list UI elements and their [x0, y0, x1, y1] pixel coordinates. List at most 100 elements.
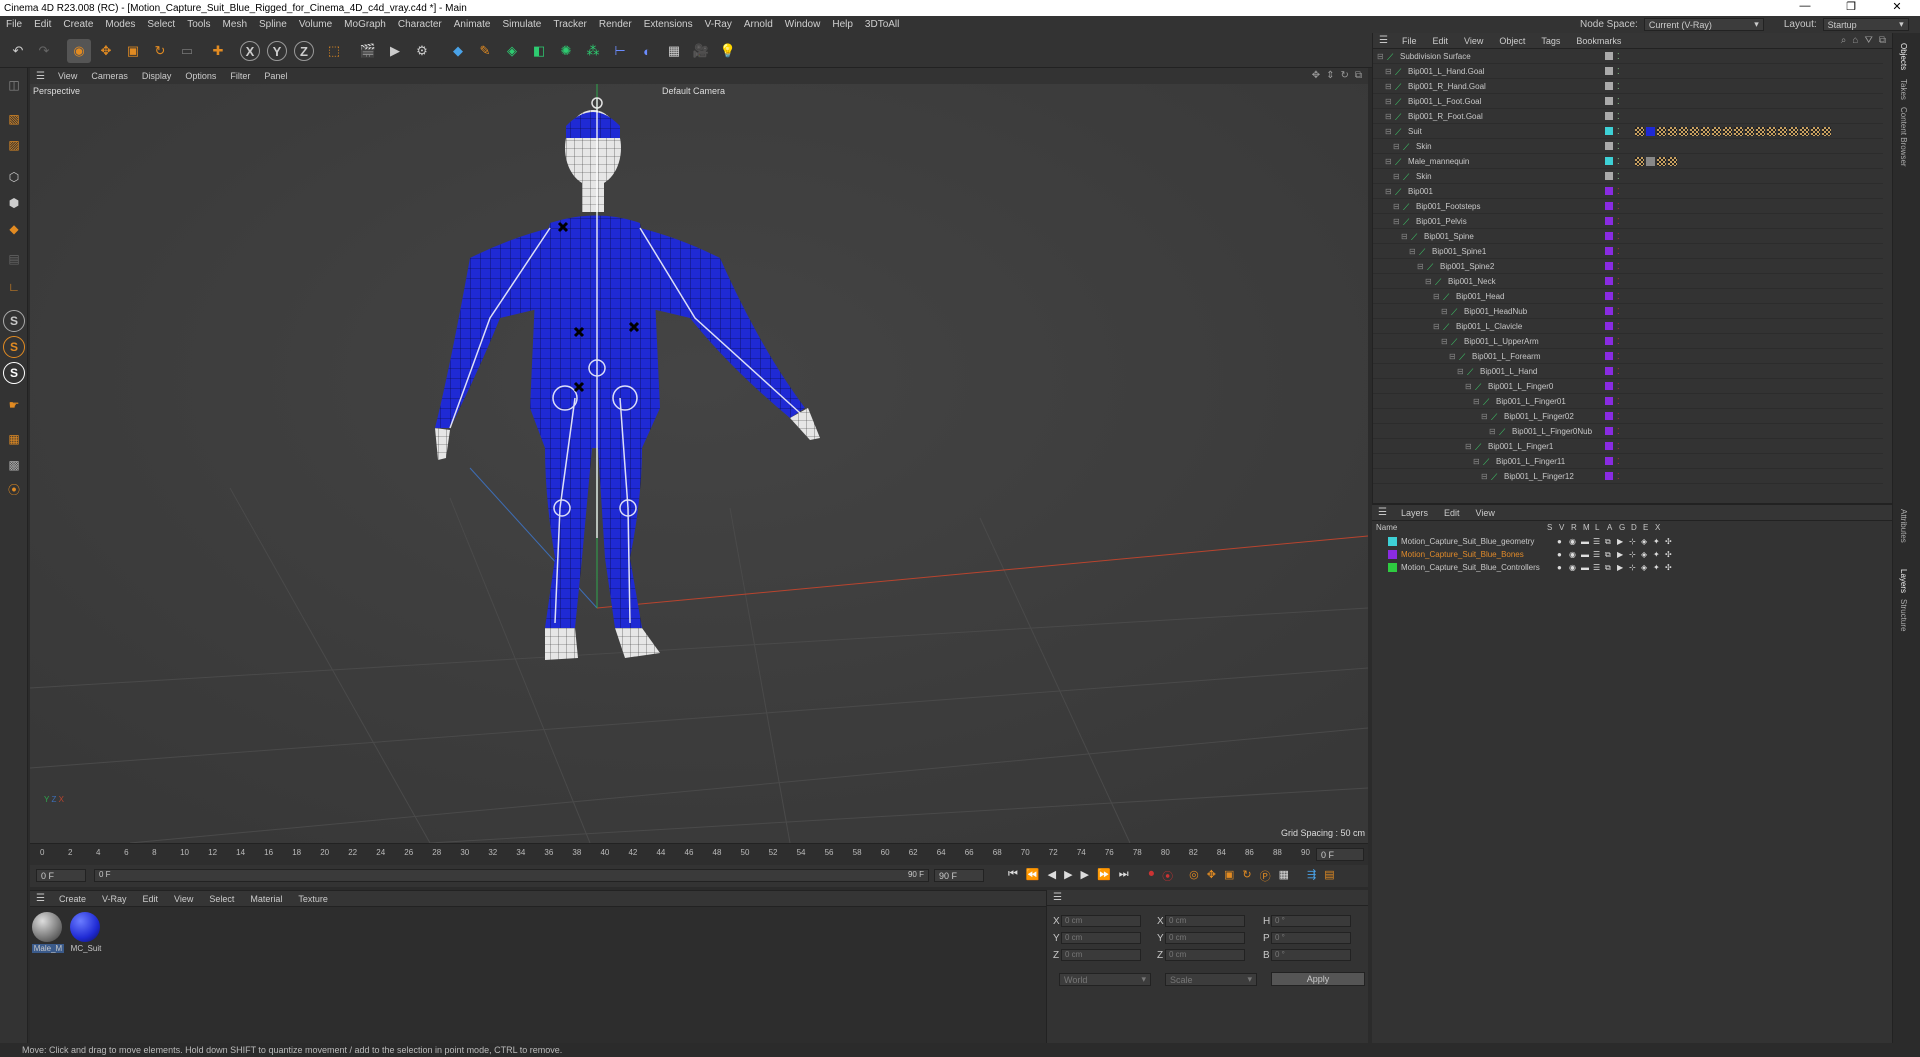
uv-mode-icon[interactable]: ▤: [3, 248, 25, 270]
deformer-icon[interactable]: ⊢: [608, 39, 632, 63]
layer-flag-icon[interactable]: ▬: [1581, 537, 1590, 547]
tag-icon[interactable]: [1723, 126, 1732, 136]
snap-settings-icon[interactable]: S: [3, 336, 25, 358]
object-row[interactable]: ⊟ ⟋ Bip001_HeadNub ⁚: [1373, 304, 1883, 319]
object-menu-tags[interactable]: Tags: [1533, 36, 1568, 46]
viewport-menu-filter[interactable]: Filter: [223, 71, 257, 81]
layer-flag-icon[interactable]: ⊹: [1629, 537, 1638, 547]
material-menu-texture[interactable]: Texture: [290, 894, 336, 904]
tag-icon[interactable]: [1635, 126, 1644, 136]
expand-icon[interactable]: ⊟: [1473, 397, 1483, 406]
object-menu-view[interactable]: View: [1456, 36, 1491, 46]
visibility-dots-icon[interactable]: ⁚: [1617, 457, 1620, 466]
side-tab-content-browser[interactable]: Content Browser: [1899, 101, 1908, 173]
key-move-icon[interactable]: ✥: [1207, 868, 1216, 884]
tag-icon[interactable]: [1811, 126, 1820, 136]
subdivision-icon[interactable]: ◈: [500, 39, 524, 63]
transform-icon[interactable]: ✚: [206, 39, 230, 63]
layer-flag-icon[interactable]: ⊹: [1629, 563, 1638, 573]
layer-flag-icon[interactable]: ⧉: [1605, 537, 1614, 547]
object-row[interactable]: ⊟ ⟋ Bip001_L_Finger0Nub ⁚: [1373, 424, 1883, 439]
material-menu-edit[interactable]: Edit: [135, 894, 167, 904]
camera-icon[interactable]: 🎥: [689, 39, 713, 63]
timeline-ruler[interactable]: 0 2 4 6 8 10 12 14 16 18 20 22 24 26 28 30 32 34 36 38 40 42 4…: [30, 843, 1368, 865]
layer-flag-icon[interactable]: ✦: [1653, 550, 1662, 560]
layer-flag-icon[interactable]: ◈: [1641, 563, 1650, 573]
object-row[interactable]: ⊟ ⟋ Skin ⁚: [1373, 169, 1883, 184]
hamburger-icon[interactable]: ☰: [1047, 892, 1068, 903]
render-settings-icon[interactable]: ⚙: [410, 39, 434, 63]
key-scale-icon[interactable]: ▣: [1224, 868, 1234, 884]
object-row[interactable]: ⊟ ⟋ Bip001 ⁚: [1373, 184, 1883, 199]
menu-character[interactable]: Character: [392, 19, 448, 30]
visibility-dots-icon[interactable]: ⁚: [1617, 277, 1620, 286]
viewport[interactable]: [30, 68, 1368, 843]
layer-flag-icon[interactable]: ●: [1557, 537, 1566, 547]
menu-create[interactable]: Create: [57, 19, 99, 30]
z-axis-icon[interactable]: Z: [294, 41, 314, 61]
expand-icon[interactable]: ⊟: [1393, 217, 1403, 226]
layer-row[interactable]: Motion_Capture_Suit_Blue_geometry ● ◉ ▬ ☰ ⧉ ▶ ⊹…: [1372, 535, 1882, 548]
layer-flag-icon[interactable]: ✦: [1653, 537, 1662, 547]
visibility-dots-icon[interactable]: ⁚: [1617, 97, 1620, 106]
minimize-button[interactable]: —: [1782, 0, 1828, 13]
lock-workplane-icon[interactable]: ⦿: [3, 478, 25, 500]
visibility-dots-icon[interactable]: ⁚: [1617, 157, 1620, 166]
pos-x-input[interactable]: 0 cm: [1061, 915, 1141, 927]
expand-icon[interactable]: ⊟: [1377, 52, 1387, 61]
menu-extensions[interactable]: Extensions: [638, 19, 699, 30]
edges-mode-icon[interactable]: ⬢: [3, 192, 25, 214]
expand-icon[interactable]: ⊟: [1385, 112, 1395, 121]
visibility-dots-icon[interactable]: ⁚: [1617, 367, 1620, 376]
make-editable-icon[interactable]: ◫: [3, 74, 25, 96]
orbit-icon[interactable]: ↻: [1340, 70, 1348, 81]
material-thumbnail[interactable]: Male_M: [32, 912, 64, 953]
object-menu-object[interactable]: Object: [1491, 36, 1533, 46]
visibility-dots-icon[interactable]: ⁚: [1617, 382, 1620, 391]
menu-modes[interactable]: Modes: [99, 19, 141, 30]
size-x-input[interactable]: 0 cm: [1165, 915, 1245, 927]
visibility-dots-icon[interactable]: ⁚: [1617, 337, 1620, 346]
points-mode-icon[interactable]: ⬡: [3, 166, 25, 188]
side-tab-objects[interactable]: Objects: [1899, 37, 1908, 76]
object-row[interactable]: ⊟ ⟋ Bip001_Pelvis ⁚: [1373, 214, 1883, 229]
menu-tracker[interactable]: Tracker: [547, 19, 593, 30]
layer-flag-icon[interactable]: ▬: [1581, 550, 1590, 560]
object-row[interactable]: ⊟ ⟋ Bip001_R_Hand.Goal ⁚: [1373, 79, 1883, 94]
viewport-menu-view[interactable]: View: [51, 71, 84, 81]
tag-icon[interactable]: [1646, 126, 1655, 136]
prev-key-icon[interactable]: ⏪: [1026, 868, 1040, 884]
object-row[interactable]: ⊟ ⟋ Bip001_L_Finger01 ⁚: [1373, 394, 1883, 409]
layer-flag-icon[interactable]: ▶: [1617, 537, 1626, 547]
visibility-dots-icon[interactable]: ⁚: [1617, 427, 1620, 436]
floor-icon[interactable]: ▦: [662, 39, 686, 63]
visibility-dots-icon[interactable]: ⁚: [1617, 232, 1620, 241]
visibility-dots-icon[interactable]: ⁚: [1617, 142, 1620, 151]
layer-flag-icon[interactable]: ☰: [1593, 550, 1602, 560]
layer-flag-icon[interactable]: ✦: [1653, 563, 1662, 573]
tag-icon[interactable]: [1800, 126, 1809, 136]
expand-icon[interactable]: ⊟: [1441, 337, 1451, 346]
viewport-menu-display[interactable]: Display: [135, 71, 179, 81]
key-position-icon[interactable]: ◎: [1189, 868, 1199, 884]
visibility-dots-icon[interactable]: ⁚: [1617, 397, 1620, 406]
frame-range-slider[interactable]: 0 F 90 F: [94, 869, 929, 882]
tag-icon[interactable]: [1668, 156, 1677, 166]
layer-flag-icon[interactable]: ☰: [1593, 563, 1602, 573]
menu-arnold[interactable]: Arnold: [738, 19, 779, 30]
hamburger-icon[interactable]: ☰: [30, 71, 51, 82]
model-mode-icon[interactable]: ▧: [3, 108, 25, 130]
tag-icon[interactable]: [1789, 126, 1798, 136]
redo-icon[interactable]: ↷: [32, 39, 56, 63]
expand-icon[interactable]: ⊟: [1441, 307, 1451, 316]
visibility-dots-icon[interactable]: ⁚: [1617, 352, 1620, 361]
viewport-menu-cameras[interactable]: Cameras: [84, 71, 135, 81]
scale-icon[interactable]: ▣: [121, 39, 145, 63]
visibility-dots-icon[interactable]: ⁚: [1617, 307, 1620, 316]
rot-b-input[interactable]: 0 °: [1271, 949, 1351, 961]
pos-z-input[interactable]: 0 cm: [1061, 949, 1141, 961]
expand-icon[interactable]: ⊟: [1385, 127, 1395, 136]
object-row[interactable]: ⊟ ⟋ Subdivision Surface ⁚: [1373, 49, 1883, 64]
object-row[interactable]: ⊟ ⟋ Male_mannequin ⁚: [1373, 154, 1883, 169]
visibility-dots-icon[interactable]: ⁚: [1617, 247, 1620, 256]
